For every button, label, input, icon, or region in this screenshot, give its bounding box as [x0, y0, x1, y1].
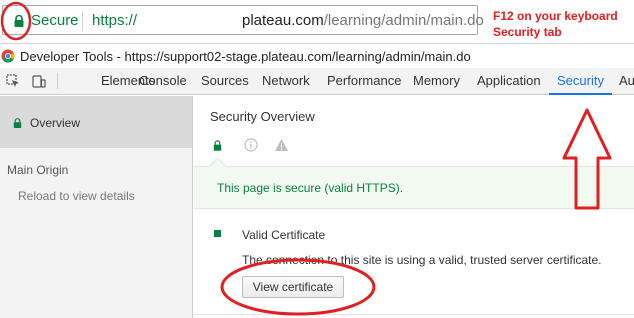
tab-network[interactable]: Network	[254, 68, 318, 95]
sidebar-main-origin-heading: Main Origin	[7, 163, 69, 177]
instruction-line-2: Security tab	[493, 25, 562, 39]
instruction-line-1: F12 on your keyboard	[493, 9, 618, 23]
sidebar-reload-hint: Reload to view details	[18, 189, 135, 203]
devtools-tab-bar: Elements Console Sources Network Perform…	[0, 68, 634, 95]
tab-performance[interactable]: Performance	[319, 68, 409, 95]
tab-sources[interactable]: Sources	[193, 68, 257, 95]
secure-summary-text: This page is secure (valid HTTPS).	[217, 181, 404, 195]
warning-icon	[275, 139, 288, 151]
instruction-note: F12 on your keyboard Security tab	[493, 8, 618, 40]
lock-icon[interactable]	[13, 15, 25, 27]
sidebar-overview-label: Overview	[30, 116, 81, 130]
section-divider	[194, 314, 634, 315]
chrome-logo-icon	[1, 49, 15, 63]
tab-memory[interactable]: Memory	[405, 68, 468, 95]
security-sidebar: Overview Main Origin Reload to view deta…	[0, 96, 193, 318]
certificate-title: Valid Certificate	[242, 228, 326, 242]
address-bar[interactable]: Secure https:// plateau.com/learning/adm…	[2, 5, 484, 35]
banner-pointer	[208, 157, 227, 176]
security-overview-panel: Security Overview This page is secure (v…	[194, 96, 634, 318]
device-toolbar-icon[interactable]	[32, 74, 46, 88]
secure-lock-icon	[213, 140, 222, 151]
tab-console[interactable]: Console	[131, 68, 195, 95]
devtools-title-bar: Developer Tools - https://support02-stag…	[0, 43, 634, 68]
lock-icon	[13, 118, 22, 128]
tab-security[interactable]: Security	[549, 68, 612, 95]
tab-audits[interactable]: Au	[611, 68, 634, 95]
inspect-element-icon[interactable]	[6, 74, 20, 88]
certificate-status-bullet	[214, 230, 221, 237]
devtools-window-title: Developer Tools - https://support02-stag…	[20, 49, 471, 64]
url-path: /learning/admin/main.do	[323, 12, 484, 29]
url-protocol[interactable]: https://	[92, 12, 137, 29]
secure-summary-banner: This page is secure (valid HTTPS).	[194, 157, 634, 209]
url-host: plateau.com	[242, 12, 324, 29]
address-divider	[82, 11, 83, 31]
toolbar-divider	[57, 73, 58, 89]
url-text[interactable]: plateau.com/learning/admin/main.do	[242, 12, 484, 29]
secure-label[interactable]: Secure	[31, 12, 79, 29]
certificate-description: The connection to this site is using a v…	[242, 253, 602, 267]
info-icon	[244, 138, 258, 152]
tab-application[interactable]: Application	[469, 68, 549, 95]
page-title: Security Overview	[210, 109, 315, 124]
view-certificate-button[interactable]: View certificate	[242, 276, 344, 298]
browser-address-strip: Secure https:// plateau.com/learning/adm…	[0, 0, 634, 43]
sidebar-item-overview[interactable]: Overview	[0, 96, 192, 148]
